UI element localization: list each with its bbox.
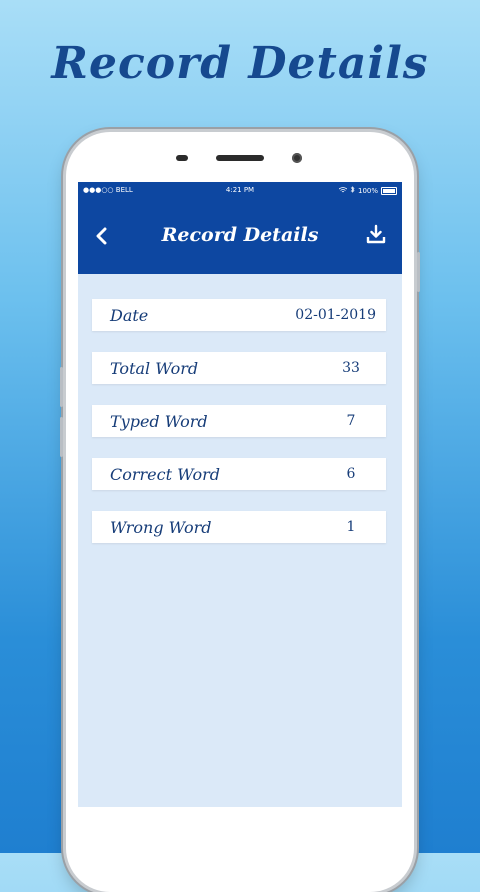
record-label: Date: [110, 306, 149, 325]
record-value: 1: [346, 519, 356, 535]
bluetooth-icon: [350, 186, 355, 195]
app-bar: Record Details: [78, 198, 402, 274]
record-value: 7: [346, 413, 356, 429]
record-row-correct-word: Correct Word 6: [92, 458, 386, 490]
record-value: 6: [346, 466, 356, 482]
wifi-icon: [338, 186, 348, 195]
page-title: Record Details: [161, 224, 319, 246]
sensor: [176, 155, 188, 161]
record-label: Wrong Word: [110, 518, 212, 537]
power-button: [417, 252, 420, 292]
phone-frame: ●●●○○ BELL 4:21 PM 100% Record Details D…: [60, 132, 420, 892]
front-camera: [292, 153, 302, 163]
download-icon[interactable]: [364, 222, 388, 246]
record-value: 33: [342, 360, 360, 376]
status-bar: ●●●○○ BELL 4:21 PM 100%: [78, 182, 402, 198]
battery-icon: [381, 186, 397, 195]
volume-button: [60, 367, 63, 407]
record-row-total-word: Total Word 33: [92, 352, 386, 384]
volume-button: [60, 417, 63, 457]
status-icons: 100%: [338, 186, 397, 195]
battery-percent: 100%: [357, 186, 378, 195]
record-label: Correct Word: [110, 465, 220, 484]
record-label: Typed Word: [110, 412, 208, 431]
record-row-date: Date 02-01-2019: [92, 299, 386, 331]
record-row-wrong-word: Wrong Word 1: [92, 511, 386, 543]
record-label: Total Word: [110, 359, 199, 378]
record-row-typed-word: Typed Word 7: [92, 405, 386, 437]
record-value: 02-01-2019: [295, 307, 376, 323]
speaker: [216, 155, 264, 161]
promo-title: Record Details: [51, 38, 429, 89]
app-screen: ●●●○○ BELL 4:21 PM 100% Record Details D…: [78, 182, 402, 807]
